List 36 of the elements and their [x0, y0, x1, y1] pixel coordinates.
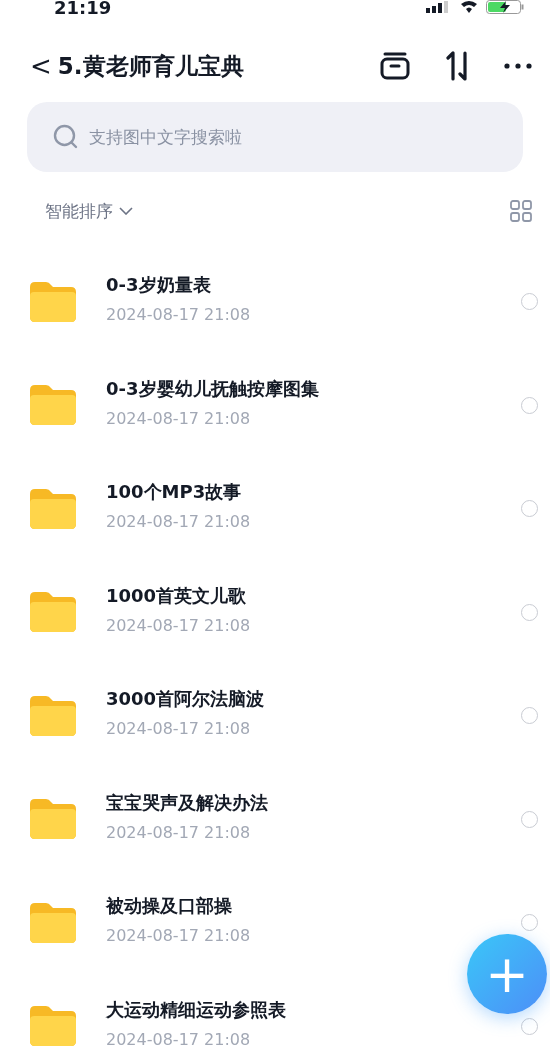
battery-icon	[486, 0, 524, 14]
folder-icon	[30, 592, 76, 633]
search-field[interactable]: 支持图中文字搜索啦	[27, 102, 523, 172]
sort-icon[interactable]	[444, 51, 470, 81]
more-icon[interactable]	[504, 63, 532, 69]
folder-icon	[30, 695, 76, 736]
folder-icon	[30, 1006, 76, 1047]
chevron-down-icon	[119, 207, 133, 215]
modified-date: 2024-08-17 21:08	[106, 926, 251, 946]
folder-name[interactable]: 0-3岁婴幼儿抚触按摩图集	[106, 376, 319, 401]
folder-icon	[30, 281, 76, 322]
modified-date: 2024-08-17 21:08	[106, 822, 251, 842]
folder-name[interactable]: 1000首英文儿歌	[106, 583, 247, 608]
folder-icon	[30, 902, 76, 943]
folder-icon	[30, 799, 76, 840]
modified-date: 2024-08-17 21:08	[106, 512, 251, 532]
modified-date: 2024-08-17 21:08	[106, 719, 251, 739]
folder-name[interactable]: 0-3岁奶量表	[106, 273, 211, 298]
wifi-icon	[460, 1, 478, 13]
modified-date: 2024-08-17 21:08	[106, 1029, 251, 1048]
sort-dropdown[interactable]: 智能排序	[45, 199, 133, 223]
folder-title: 5.黄老师育儿宝典	[57, 51, 245, 81]
folder-name[interactable]: 大运动精细运动参照表	[106, 997, 286, 1022]
box-icon[interactable]	[380, 52, 410, 80]
folder-name[interactable]: 100个MP3故事	[106, 480, 242, 505]
folder-name[interactable]: 被动操及口部操	[106, 894, 232, 919]
folder-icon	[30, 385, 76, 426]
folder-icon	[30, 488, 76, 529]
back-button[interactable]: <	[30, 53, 52, 79]
modified-date: 2024-08-17 21:08	[106, 305, 251, 325]
folder-name[interactable]: 宝宝哭声及解决办法	[106, 790, 268, 815]
modified-date: 2024-08-17 21:08	[106, 408, 251, 428]
status-time: 21:19	[54, 0, 112, 18]
grid-view-icon[interactable]	[510, 200, 532, 222]
folder-name[interactable]: 3000首阿尔法脑波	[106, 687, 265, 712]
modified-date: 2024-08-17 21:08	[106, 615, 251, 635]
